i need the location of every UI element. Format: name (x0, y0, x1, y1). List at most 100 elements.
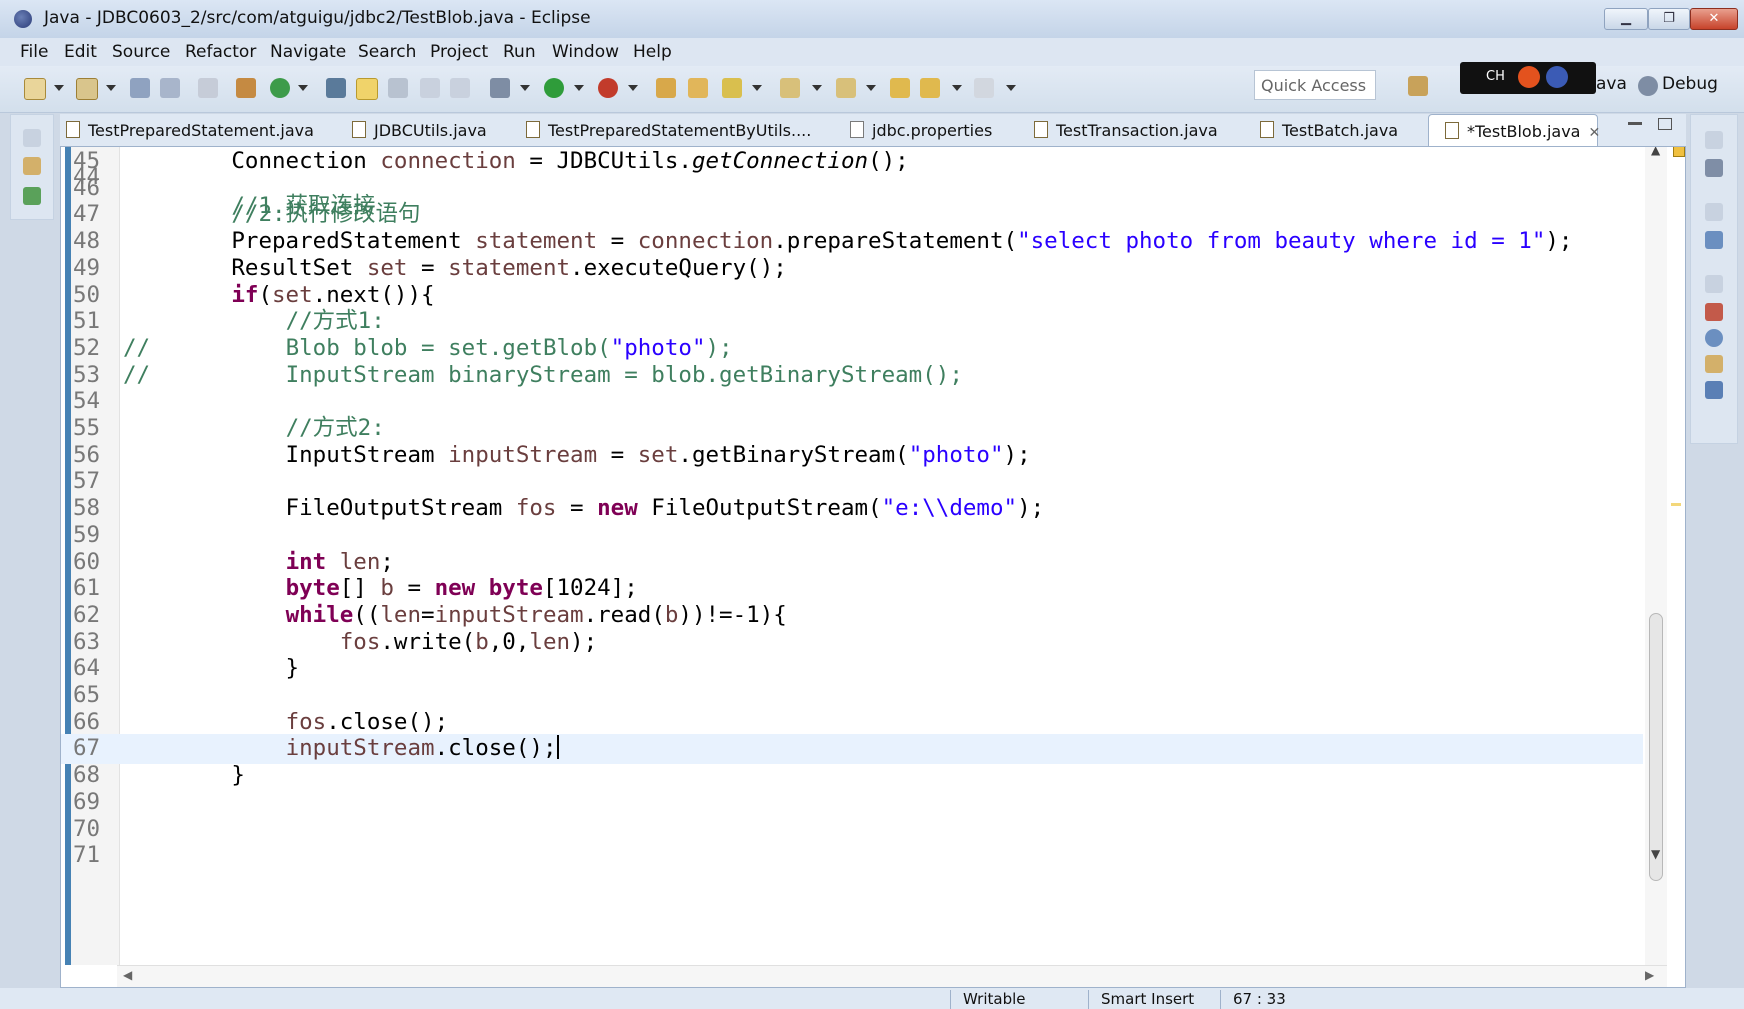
code-editor[interactable]: 44 //1.获取连接 45 Connection connection = J… (60, 146, 1686, 988)
line-number: 58 (73, 495, 101, 522)
dropdown-arrow-icon[interactable] (54, 85, 64, 91)
outline-icon[interactable] (1705, 231, 1723, 249)
dropdown-arrow-icon[interactable] (106, 85, 116, 91)
tab-testblob[interactable]: *TestBlob.java ✕ (1428, 114, 1600, 146)
dropdown-arrow-icon[interactable] (952, 85, 962, 91)
dropdown-arrow-icon[interactable] (520, 85, 530, 91)
tab-label: TestBatch.java (1282, 121, 1399, 140)
dropdown-arrow-icon[interactable] (298, 85, 308, 91)
run-icon[interactable] (544, 78, 564, 98)
java-perspective-label[interactable]: ava (1596, 74, 1627, 94)
console-icon[interactable] (1705, 381, 1723, 399)
declaration-icon[interactable] (1705, 355, 1723, 373)
menu-window[interactable]: Window (552, 42, 619, 62)
skip-breakpoints-icon[interactable] (198, 78, 218, 98)
tab-label: TestTransaction.java (1056, 121, 1218, 140)
line-code: InputStream inputStream = set.getBinaryS… (123, 441, 1031, 468)
dropdown-arrow-icon[interactable] (628, 85, 638, 91)
external-tools-icon[interactable] (598, 78, 618, 98)
word-wrap-icon[interactable] (420, 78, 440, 98)
menu-source[interactable]: Source (112, 42, 170, 62)
debug-perspective-icon[interactable] (1638, 76, 1658, 96)
warning-marker-icon[interactable] (1673, 147, 1685, 157)
code-line-66: 66 fos.close(); (61, 708, 1643, 738)
debug-icon[interactable] (490, 78, 510, 98)
tab-testpreparedstatement[interactable]: TestPreparedStatement.java (66, 114, 316, 146)
mark-occurrences-icon[interactable] (356, 78, 378, 100)
block-selection-icon[interactable] (388, 78, 408, 98)
horizontal-scrollbar[interactable]: ◀ ▶ (117, 965, 1667, 987)
show-whitespace-icon[interactable] (450, 78, 470, 98)
menu-edit[interactable]: Edit (64, 42, 97, 62)
restore-icon[interactable] (1705, 275, 1723, 293)
menu-search[interactable]: Search (358, 42, 416, 62)
scrollbar-thumb[interactable] (1649, 613, 1663, 881)
scroll-right-icon[interactable]: ▶ (1645, 968, 1654, 982)
occurrence-marker[interactable] (1671, 503, 1681, 506)
dropdown-arrow-icon[interactable] (574, 85, 584, 91)
debug-perspective-label[interactable]: Debug (1662, 74, 1718, 94)
menu-file[interactable]: File (20, 42, 48, 62)
task-list-icon[interactable] (1705, 159, 1723, 177)
minimize-button[interactable]: ▁ (1604, 8, 1648, 30)
save-icon[interactable] (130, 78, 150, 98)
maximize-editor-icon[interactable] (1658, 118, 1672, 130)
back-icon[interactable] (920, 78, 940, 98)
minimize-editor-icon[interactable] (1628, 122, 1642, 125)
maximize-button[interactable]: ❐ (1648, 8, 1690, 30)
code-line-53: 53 // InputStream binaryStream = blob.get… (61, 361, 1643, 391)
forward-icon[interactable] (974, 78, 994, 98)
search-icon[interactable] (326, 78, 346, 98)
tab-testpreparedstatementbyutils[interactable]: TestPreparedStatementByUtils.... (526, 114, 816, 146)
close-tab-icon[interactable]: ✕ (1588, 125, 1600, 141)
code-line-68: 68 } (61, 761, 1643, 791)
line-number: 67 (73, 735, 101, 762)
tab-label: JDBCUtils.java (374, 121, 487, 140)
dropdown-arrow-icon[interactable] (1006, 85, 1016, 91)
javadoc-icon[interactable] (1705, 329, 1723, 347)
line-code: // Blob blob = set.getBlob("photo"); (123, 334, 733, 361)
close-button[interactable]: ✕ (1690, 8, 1738, 30)
ime-indicator[interactable]: CH (1460, 62, 1596, 94)
menu-project[interactable]: Project (430, 42, 488, 62)
problems-icon[interactable] (1705, 303, 1723, 321)
restore-icon[interactable] (23, 129, 41, 147)
previous-annotation-icon[interactable] (836, 78, 856, 98)
dropdown-arrow-icon[interactable] (866, 85, 876, 91)
open-perspective-icon[interactable] (1408, 76, 1428, 96)
new-package-icon[interactable] (76, 78, 98, 100)
junit-icon[interactable] (23, 187, 41, 205)
pen-icon[interactable] (722, 78, 742, 98)
save-all-icon[interactable] (160, 78, 180, 98)
scroll-left-icon[interactable]: ◀ (123, 968, 132, 982)
refresh-icon[interactable] (270, 78, 290, 98)
line-number: 53 (73, 361, 101, 388)
tab-testtransaction[interactable]: TestTransaction.java (1034, 114, 1234, 146)
dropdown-arrow-icon[interactable] (812, 85, 822, 91)
open-task-icon[interactable] (688, 78, 708, 98)
open-folder-icon[interactable] (656, 78, 676, 98)
menu-refactor[interactable]: Refactor (185, 42, 256, 62)
tab-jdbcutils[interactable]: JDBCUtils.java (352, 114, 502, 146)
line-number: 45 (73, 148, 101, 174)
scroll-down-icon[interactable]: ▼ (1651, 847, 1660, 861)
next-annotation-icon[interactable] (780, 78, 800, 98)
menu-navigate[interactable]: Navigate (270, 42, 346, 62)
package-explorer-icon[interactable] (23, 157, 41, 175)
tab-testbatch[interactable]: TestBatch.java (1260, 114, 1410, 146)
vertical-scrollbar[interactable]: ▲ ▼ (1645, 147, 1667, 965)
new-icon[interactable] (24, 78, 46, 100)
quick-access-input[interactable]: Quick Access (1254, 70, 1376, 100)
menu-run[interactable]: Run (503, 42, 536, 62)
scroll-up-icon[interactable]: ▲ (1651, 147, 1660, 157)
restore-icon[interactable] (1705, 131, 1723, 149)
line-number: 60 (73, 548, 101, 575)
code-line-67: 67 inputStream.close(); (61, 734, 1643, 765)
line-number: 62 (73, 601, 101, 628)
menu-help[interactable]: Help (633, 42, 672, 62)
tab-jdbc-properties[interactable]: jdbc.properties (850, 114, 1010, 146)
open-type-icon[interactable] (236, 78, 256, 98)
dropdown-arrow-icon[interactable] (752, 85, 762, 91)
restore-icon[interactable] (1705, 203, 1723, 221)
last-edit-location-icon[interactable] (890, 78, 910, 98)
